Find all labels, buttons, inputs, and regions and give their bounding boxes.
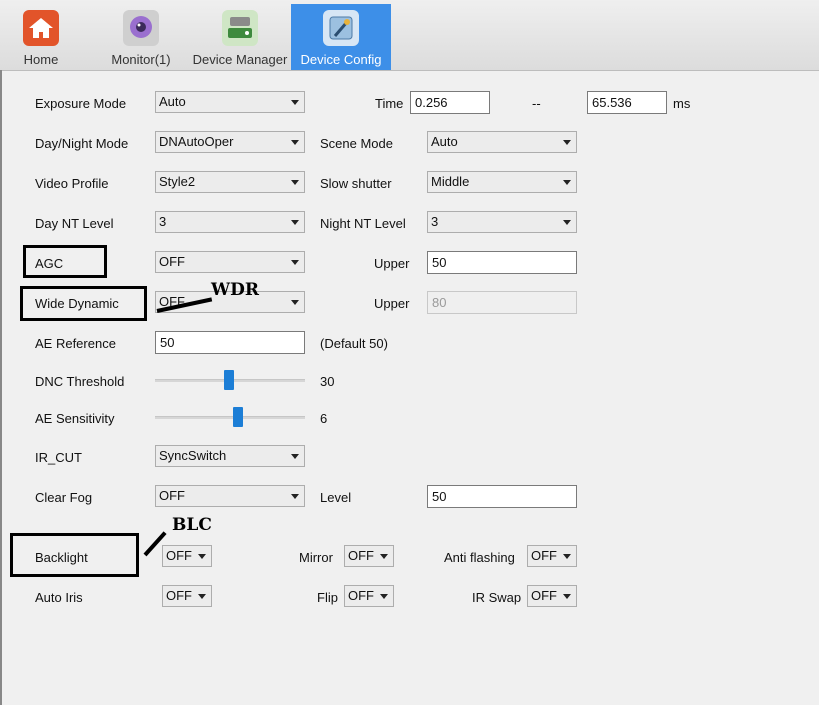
night-nt-level-label: Night NT Level bbox=[320, 216, 406, 231]
scene-mode-select[interactable]: Auto bbox=[427, 131, 577, 153]
device-manager-icon bbox=[222, 10, 258, 46]
blc-annotation: BLC bbox=[172, 515, 212, 535]
day-night-mode-value: DNAutoOper bbox=[159, 134, 234, 149]
clear-fog-level-input[interactable]: 50 bbox=[427, 485, 577, 508]
day-night-mode-label: Day/Night Mode bbox=[35, 136, 129, 151]
tab-monitor[interactable]: Monitor(1) bbox=[104, 4, 178, 70]
exposure-mode-value: Auto bbox=[159, 94, 186, 109]
time-label: Time bbox=[375, 96, 404, 111]
ir-cut-label: IR_CUT bbox=[35, 450, 82, 465]
tab-bar: Home Monitor(1) Device Manager Device Co… bbox=[0, 0, 819, 71]
agc-upper-input[interactable]: 50 bbox=[427, 251, 577, 274]
ir-swap-label: IR Swap bbox=[472, 590, 522, 605]
time-max-input[interactable]: 65.536 bbox=[587, 91, 667, 114]
tab-home[interactable]: Home bbox=[4, 4, 78, 70]
ae-sensitivity-label: AE Sensitivity bbox=[35, 411, 115, 426]
chevron-down-icon bbox=[291, 494, 299, 499]
chevron-down-icon bbox=[563, 180, 571, 185]
scene-mode-label: Scene Mode bbox=[320, 136, 393, 151]
chevron-down-icon bbox=[198, 594, 206, 599]
slow-shutter-select[interactable]: Middle bbox=[427, 171, 577, 193]
scene-mode-value: Auto bbox=[431, 134, 458, 149]
agc-label: AGC bbox=[35, 256, 64, 271]
home-icon bbox=[23, 10, 59, 46]
auto-iris-value: OFF bbox=[166, 588, 192, 603]
ir-cut-select[interactable]: SyncSwitch bbox=[155, 445, 305, 467]
clear-fog-value: OFF bbox=[159, 488, 185, 503]
flip-label: Flip bbox=[317, 590, 338, 605]
slow-shutter-label: Slow shutter bbox=[320, 176, 392, 191]
chevron-down-icon bbox=[291, 220, 299, 225]
chevron-down-icon bbox=[291, 260, 299, 265]
tab-device-config[interactable]: Device Config bbox=[291, 4, 391, 70]
tab-device-manager[interactable]: Device Manager bbox=[190, 4, 290, 70]
ae-reference-hint: (Default 50) bbox=[320, 336, 388, 351]
wide-dynamic-label: Wide Dynamic bbox=[35, 296, 119, 311]
chevron-down-icon bbox=[291, 454, 299, 459]
ae-reference-label: AE Reference bbox=[35, 336, 116, 351]
chevron-down-icon bbox=[291, 100, 299, 105]
auto-iris-label: Auto Iris bbox=[35, 590, 83, 605]
clear-fog-level-label: Level bbox=[320, 490, 352, 505]
dnc-threshold-value: 30 bbox=[320, 374, 335, 389]
dnc-threshold-label: DNC Threshold bbox=[35, 374, 125, 389]
wide-dynamic-upper-label: Upper bbox=[374, 296, 410, 311]
ae-sensitivity-slider[interactable] bbox=[155, 416, 305, 419]
agc-value: OFF bbox=[159, 254, 185, 269]
slow-shutter-value: Middle bbox=[431, 174, 470, 189]
wide-dynamic-upper-input[interactable]: 80 bbox=[427, 291, 577, 314]
night-nt-level-select[interactable]: 3 bbox=[427, 211, 577, 233]
flip-select[interactable]: OFF bbox=[344, 585, 394, 607]
chevron-down-icon bbox=[563, 554, 571, 559]
exposure-mode-label: Exposure Mode bbox=[35, 96, 127, 111]
ae-sensitivity-value: 6 bbox=[320, 411, 328, 426]
clear-fog-select[interactable]: OFF bbox=[155, 485, 305, 507]
backlight-select[interactable]: OFF bbox=[162, 545, 212, 567]
time-min-input[interactable]: 0.256 bbox=[410, 91, 490, 114]
mirror-label: Mirror bbox=[299, 550, 333, 565]
anti-flashing-value: OFF bbox=[531, 548, 557, 563]
video-profile-select[interactable]: Style2 bbox=[155, 171, 305, 193]
backlight-label: Backlight bbox=[35, 550, 88, 565]
chevron-down-icon bbox=[563, 594, 571, 599]
day-nt-level-value: 3 bbox=[159, 214, 167, 229]
chevron-down-icon bbox=[291, 140, 299, 145]
chevron-down-icon bbox=[291, 180, 299, 185]
chevron-down-icon bbox=[198, 554, 206, 559]
auto-iris-select[interactable]: OFF bbox=[162, 585, 212, 607]
night-nt-level-value: 3 bbox=[431, 214, 439, 229]
mirror-select[interactable]: OFF bbox=[344, 545, 394, 567]
agc-upper-label: Upper bbox=[374, 256, 410, 271]
day-nt-level-select[interactable]: 3 bbox=[155, 211, 305, 233]
exposure-mode-select[interactable]: Auto bbox=[155, 91, 305, 113]
frame-edge bbox=[0, 70, 2, 705]
device-config-icon bbox=[323, 10, 359, 46]
ir-swap-select[interactable]: OFF bbox=[527, 585, 577, 607]
ae-reference-input[interactable]: 50 bbox=[155, 331, 305, 354]
video-profile-value: Style2 bbox=[159, 174, 196, 189]
ir-cut-value: SyncSwitch bbox=[159, 448, 227, 463]
clear-fog-label: Clear Fog bbox=[35, 490, 93, 505]
dnc-threshold-slider-thumb[interactable] bbox=[223, 370, 234, 390]
day-night-mode-select[interactable]: DNAutoOper bbox=[155, 131, 305, 153]
chevron-down-icon bbox=[291, 300, 299, 305]
video-profile-label: Video Profile bbox=[35, 176, 109, 191]
flip-value: OFF bbox=[348, 588, 374, 603]
ir-swap-value: OFF bbox=[531, 588, 557, 603]
wdr-annotation: WDR bbox=[211, 280, 259, 300]
chevron-down-icon bbox=[563, 140, 571, 145]
agc-select[interactable]: OFF bbox=[155, 251, 305, 273]
mirror-value: OFF bbox=[348, 548, 374, 563]
day-nt-level-label: Day NT Level bbox=[35, 216, 114, 231]
chevron-down-icon bbox=[563, 220, 571, 225]
monitor-icon bbox=[123, 10, 159, 46]
time-unit: ms bbox=[673, 96, 691, 111]
backlight-value: OFF bbox=[166, 548, 192, 563]
anti-flashing-label: Anti flashing bbox=[444, 550, 515, 565]
ae-sensitivity-slider-thumb[interactable] bbox=[232, 407, 243, 427]
time-separator: -- bbox=[532, 96, 541, 111]
chevron-down-icon bbox=[380, 594, 388, 599]
anti-flashing-select[interactable]: OFF bbox=[527, 545, 577, 567]
chevron-down-icon bbox=[380, 554, 388, 559]
